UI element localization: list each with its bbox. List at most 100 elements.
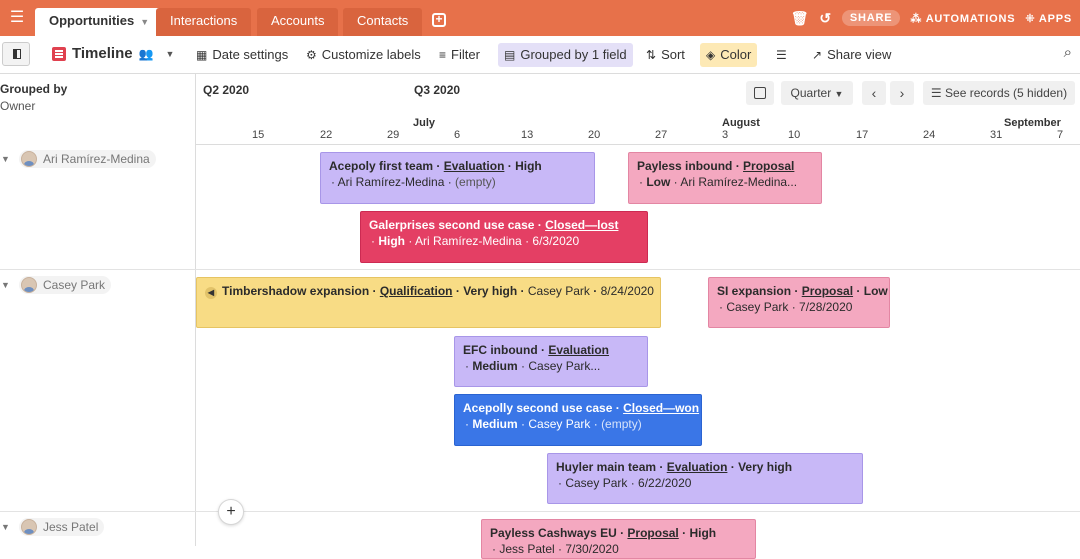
collapse-caret-icon[interactable]: ▼ <box>1 522 11 532</box>
record-priority: Medium <box>472 359 518 373</box>
group-header-ari[interactable]: ▼ Ari Ramírez-Medina <box>0 149 156 169</box>
tab-label: Contacts <box>357 13 409 28</box>
card-title-line: EFC inbound · Evaluation <box>463 342 639 358</box>
chevron-down-icon[interactable]: ▼ <box>140 17 149 27</box>
share-icon: ↗ <box>812 48 823 62</box>
day-label: 20 <box>588 129 601 141</box>
row-height-button[interactable]: ☰ <box>770 43 798 67</box>
customize-labels-button[interactable]: ⚙ Customize labels <box>300 43 427 67</box>
history-icon[interactable]: ↺ <box>819 10 832 27</box>
day-label: 29 <box>387 129 400 141</box>
record-owner: Casey Park <box>528 417 591 431</box>
record-card[interactable]: Payless Cashways EU · Proposal · High · … <box>481 519 756 559</box>
group-header-jess[interactable]: ▼ Jess Patel <box>0 517 105 537</box>
day-label: 13 <box>521 129 534 141</box>
collapse-caret-icon[interactable]: ▼ <box>1 154 11 164</box>
separator: · <box>433 159 444 173</box>
sidebar-toggle-button[interactable] <box>2 42 30 66</box>
record-card[interactable]: Huyler main team · Evaluation · Very hig… <box>547 453 863 504</box>
add-table-button[interactable]: + <box>432 13 446 27</box>
card-title-line: Huyler main team · Evaluation · Very hig… <box>556 459 854 475</box>
paint-bucket-icon: ◈ <box>706 48 716 62</box>
card-detail-line: · Low · Ari Ramírez-Medina... <box>637 174 813 190</box>
record-owner: Ari Ramírez-Medina... <box>680 175 798 189</box>
tab-contacts[interactable]: Contacts <box>343 8 423 36</box>
month-label: August <box>722 117 760 129</box>
share-view-button[interactable]: ↗ Share view <box>806 43 897 67</box>
filter-button[interactable]: ≡ Filter <box>433 43 486 67</box>
card-detail-line: · Casey Park · 6/22/2020 <box>556 475 854 491</box>
automations-icon: ⁂ <box>910 12 923 25</box>
card-detail-line: · Ari Ramírez-Medina · (empty) <box>329 174 586 190</box>
chevron-left-icon[interactable]: ◀ <box>205 287 217 299</box>
record-card[interactable]: Galerprises second use case · Closed—los… <box>360 211 648 263</box>
date-settings-button[interactable]: ▦ Date settings <box>190 43 294 67</box>
share-button[interactable]: SHARE <box>841 10 901 26</box>
day-label: 6 <box>454 129 461 141</box>
date-settings-label: Date settings <box>212 47 289 62</box>
customize-labels-label: Customize labels <box>321 47 421 62</box>
see-records-label: See records (5 hidden) <box>945 86 1068 100</box>
record-card[interactable]: Acepolly second use case · Closed—won · … <box>454 394 702 446</box>
record-priority: Very high <box>463 284 518 298</box>
tab-interactions[interactable]: Interactions <box>156 8 252 36</box>
see-records-button[interactable]: ☰ See records (5 hidden) <box>923 81 1075 105</box>
today-button[interactable] <box>746 81 774 105</box>
record-priority: Low <box>863 284 888 298</box>
tab-label: Opportunities <box>49 13 135 28</box>
group-header-casey[interactable]: ▼ Casey Park <box>0 275 112 295</box>
record-date: 6/3/2020 <box>532 234 580 248</box>
record-owner: Casey Park <box>527 284 590 298</box>
record-title: Galerprises second use case <box>369 218 535 232</box>
previous-button[interactable]: ‹ <box>862 81 886 105</box>
sort-button[interactable]: ⇅ Sort <box>640 43 691 67</box>
record-title: EFC inbound <box>463 343 538 357</box>
separator: · <box>521 234 533 248</box>
tab-accounts[interactable]: Accounts <box>257 8 339 36</box>
separator: · <box>554 542 566 556</box>
separator: · <box>517 284 528 298</box>
record-card[interactable]: SI expansion · Proposal · Low · Casey Pa… <box>708 277 890 328</box>
chevron-down-icon: ▼ <box>834 89 844 99</box>
card-title-line: Payless Cashways EU · Proposal · High <box>490 525 747 541</box>
record-card[interactable]: EFC inbound · Evaluation · Medium · Case… <box>454 336 648 387</box>
record-title: Huyler main team <box>556 460 657 474</box>
separator: · <box>504 159 516 173</box>
record-card[interactable]: Payless inbound · Proposal · Low · Ari R… <box>628 152 822 204</box>
collapse-caret-icon[interactable]: ▼ <box>1 280 11 290</box>
day-label: 17 <box>856 129 869 141</box>
grouped-by-heading: Grouped by <box>0 82 68 96</box>
record-card[interactable]: ◀ Timbershadow expansion · Qualification … <box>196 277 661 328</box>
record-stage: Evaluation <box>443 159 505 173</box>
next-button[interactable]: › <box>890 81 914 105</box>
tab-label: Interactions <box>170 13 238 28</box>
separator: · <box>853 284 864 298</box>
color-button[interactable]: ◈ Color <box>700 43 758 67</box>
apps-label: APPS <box>1038 12 1072 25</box>
record-card[interactable]: Acepoly first team · Evaluation · High ·… <box>320 152 595 204</box>
automations-button[interactable]: ⁂ AUTOMATIONS <box>910 12 1015 25</box>
view-switcher[interactable]: Timeline 👥 ▼ <box>52 45 174 62</box>
add-record-button[interactable]: + <box>218 499 244 525</box>
sort-icon: ⇅ <box>646 48 657 62</box>
zoom-select[interactable]: Quarter ▼ <box>781 81 853 105</box>
tab-opportunities[interactable]: Opportunities ▼ <box>35 8 164 36</box>
separator: · <box>517 359 529 373</box>
record-date: (empty) <box>601 417 642 431</box>
apps-button[interactable]: ⁜ APPS <box>1025 12 1072 25</box>
trash-icon[interactable]: 🗑 <box>791 10 810 27</box>
card-title-line: SI expansion · Proposal · Low <box>717 283 888 299</box>
people-icon: 👥 <box>138 46 154 61</box>
day-label: 7 <box>1057 129 1064 141</box>
group-divider <box>0 269 1080 270</box>
record-priority: High <box>689 526 717 540</box>
group-label: Grouped by 1 field <box>520 47 627 62</box>
search-icon[interactable]: ⌕ <box>1064 44 1072 61</box>
group-button[interactable]: ▤ Grouped by 1 field <box>498 43 633 67</box>
record-date: 8/24/2020 <box>600 284 654 298</box>
card-title-line: Galerprises second use case · Closed—los… <box>369 217 639 233</box>
card-detail-line: · Jess Patel · 7/30/2020 <box>490 541 747 557</box>
avatar <box>21 519 37 535</box>
timeline-header: Q2 2020 Q3 2020 Quarter ▼ ‹ › ☰ See reco… <box>196 74 1080 145</box>
menu-icon[interactable]: ☰ <box>8 9 26 27</box>
